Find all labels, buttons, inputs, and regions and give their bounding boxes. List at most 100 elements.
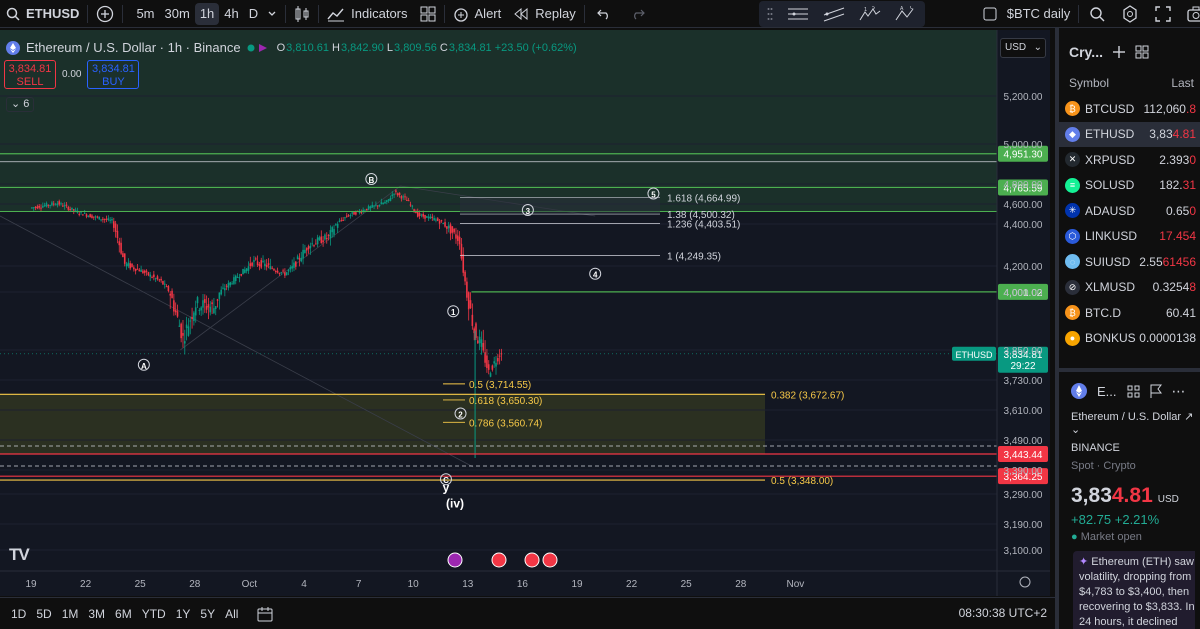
level-tag-label: 3,443.44 <box>1004 450 1043 461</box>
indicators-button[interactable]: Indicators <box>321 0 413 28</box>
alert-button[interactable]: Alert <box>447 0 508 28</box>
candle-body <box>133 267 135 270</box>
wave-label: (iv) <box>446 497 464 511</box>
candle-body <box>253 260 255 262</box>
range-3m[interactable]: 3M <box>83 607 110 621</box>
watchlist-row-suiusd[interactable]: ◌ SUIUSD 2.5561456 <box>1059 249 1200 275</box>
snapshot-button[interactable] <box>1179 0 1200 28</box>
watchlist-row-xlmusd[interactable]: ⊘ XLMUSD 0.32548 <box>1059 275 1200 301</box>
candle-body <box>340 220 343 222</box>
watchlist-last-highlight: 0 <box>1189 203 1196 218</box>
candle-body <box>462 254 465 273</box>
candle-body <box>442 222 445 224</box>
col-symbol[interactable]: Symbol <box>1069 76 1109 96</box>
currency-selector[interactable]: USD ⌄ <box>1000 38 1046 58</box>
range-ytd[interactable]: YTD <box>137 607 171 621</box>
timeframe-d[interactable]: D <box>244 3 263 25</box>
candle-body <box>378 204 381 207</box>
svg-text:1: 1 <box>864 7 867 13</box>
watchlist-row-adausd[interactable]: ✳ ADAUSD 0.650 <box>1059 198 1200 224</box>
timeframe-4h[interactable]: 4h <box>219 3 243 25</box>
range-5y[interactable]: 5Y <box>195 607 220 621</box>
timeframe-5m[interactable]: 5m <box>131 3 159 25</box>
replay-button[interactable]: Replay <box>507 0 581 28</box>
grid-icon[interactable] <box>1135 45 1149 59</box>
news-summary[interactable]: ✦ Ethereum (ETH) saw volatility, droppin… <box>1073 551 1195 629</box>
timeframe-30m[interactable]: 30m <box>160 3 195 25</box>
candle-body <box>407 200 410 202</box>
watchlist-row-btcusd[interactable]: ₿ BTCUSD 112,060.8 <box>1059 96 1200 122</box>
range-6m[interactable]: 6M <box>110 607 137 621</box>
x-tick-label: 25 <box>135 579 147 590</box>
candle-body <box>497 357 499 362</box>
wave-label: 4 <box>593 271 598 280</box>
candle-body <box>325 238 328 240</box>
candle-body <box>224 288 226 291</box>
watchlist-row-bonkus[interactable]: ● BONKUS 0.0000138 <box>1059 326 1200 352</box>
grid-icon[interactable] <box>1127 385 1140 398</box>
chevron-down-icon[interactable] <box>267 9 277 19</box>
status-dot-icon: ● <box>1071 531 1078 543</box>
candle-body <box>94 216 97 218</box>
watchlist-title[interactable]: Cry... <box>1069 44 1103 60</box>
sell-button[interactable]: 3,834.81 SELL <box>4 60 56 89</box>
coin-icon: ● <box>1065 330 1080 346</box>
candle-body <box>269 266 272 270</box>
watchlist-row-solusd[interactable]: ≡ SOLUSD 182.31 <box>1059 173 1200 199</box>
range-all[interactable]: All <box>220 607 243 621</box>
abc-wave-icon[interactable]: AC <box>895 6 917 22</box>
templates-button[interactable] <box>414 0 442 28</box>
coin-icon: ₿ <box>1065 101 1080 117</box>
range-1y[interactable]: 1Y <box>171 607 196 621</box>
candle-body <box>107 218 110 220</box>
fullscreen-button[interactable] <box>1147 0 1179 28</box>
range-5d[interactable]: 5D <box>31 607 56 621</box>
candle-body <box>451 226 454 233</box>
date-range-icon[interactable] <box>257 606 275 622</box>
chart-pane[interactable]: 4,951.30 4,765.59 4,001.02 3,443.44 3,364.25… <box>0 30 1050 596</box>
settings-button[interactable] <box>1113 0 1147 28</box>
alarm-clock-icon <box>453 6 469 22</box>
symbol-search[interactable]: ETHUSD <box>0 0 85 28</box>
clock[interactable]: 08:30:38 UTC+2 <box>959 606 1047 620</box>
candle-body <box>495 362 497 367</box>
redo-button[interactable] <box>621 0 655 28</box>
details-name[interactable]: Ethereum / U.S. Dollar ↗ ⌄ <box>1059 410 1200 436</box>
details-price: 3,834.81 USD <box>1059 484 1200 508</box>
indicator-toggle[interactable]: ⌄ 6 <box>6 97 35 112</box>
parallel-channel-icon[interactable] <box>823 6 845 22</box>
watchlist-symbol: ADAUSD <box>1085 203 1136 218</box>
watchlist-symbol: XLMUSD <box>1085 280 1136 295</box>
range-1m[interactable]: 1M <box>57 607 84 621</box>
layout-selector[interactable]: $BTC daily <box>977 0 1077 28</box>
drag-handle-icon[interactable] <box>767 7 773 21</box>
compare-button[interactable] <box>90 0 120 28</box>
timeframe-group: 5m 30m 1h 4h D <box>125 0 283 28</box>
range-1d[interactable]: 1D <box>6 607 31 621</box>
price-chart[interactable]: 4,951.304,765.594,001.023,443.443,364.25… <box>0 30 1050 596</box>
buy-button[interactable]: 3,834.81 BUY <box>87 60 140 89</box>
undo-button[interactable] <box>587 0 621 28</box>
timeframe-1h[interactable]: 1h <box>194 2 220 25</box>
candle-body <box>420 214 423 216</box>
watchlist-last-highlight: 4.81 <box>1172 127 1196 142</box>
watchlist-row-ethusd[interactable]: ◆ ETHUSD 3,834.81 <box>1059 121 1200 147</box>
horizontal-lines-icon[interactable] <box>787 6 809 22</box>
candle-body <box>276 270 279 273</box>
candle-body <box>424 214 426 219</box>
watchlist-row-xrpusd[interactable]: ✕ XRPUSD 2.3930 <box>1059 147 1200 173</box>
chart-type-button[interactable] <box>288 0 316 28</box>
quick-search-button[interactable] <box>1081 0 1113 28</box>
flag-icon[interactable] <box>1150 384 1162 398</box>
more-icon[interactable]: ⋯ <box>1172 383 1186 400</box>
watchlist-row-linkusd[interactable]: ⬡ LINKUSD 17.454 <box>1059 224 1200 250</box>
elliott-wave-icon[interactable]: 15 <box>859 6 881 22</box>
coin-icon: ◆ <box>1065 126 1080 142</box>
col-last[interactable]: Last <box>1171 76 1194 96</box>
candle-body <box>160 278 162 281</box>
details-type: Spot · Crypto <box>1071 460 1136 472</box>
candle-body <box>347 215 350 217</box>
watchlist-row-btcd[interactable]: ₿ BTC.D 60.41 <box>1059 300 1200 326</box>
live-status-icon <box>247 43 271 53</box>
add-icon[interactable] <box>1112 46 1125 58</box>
